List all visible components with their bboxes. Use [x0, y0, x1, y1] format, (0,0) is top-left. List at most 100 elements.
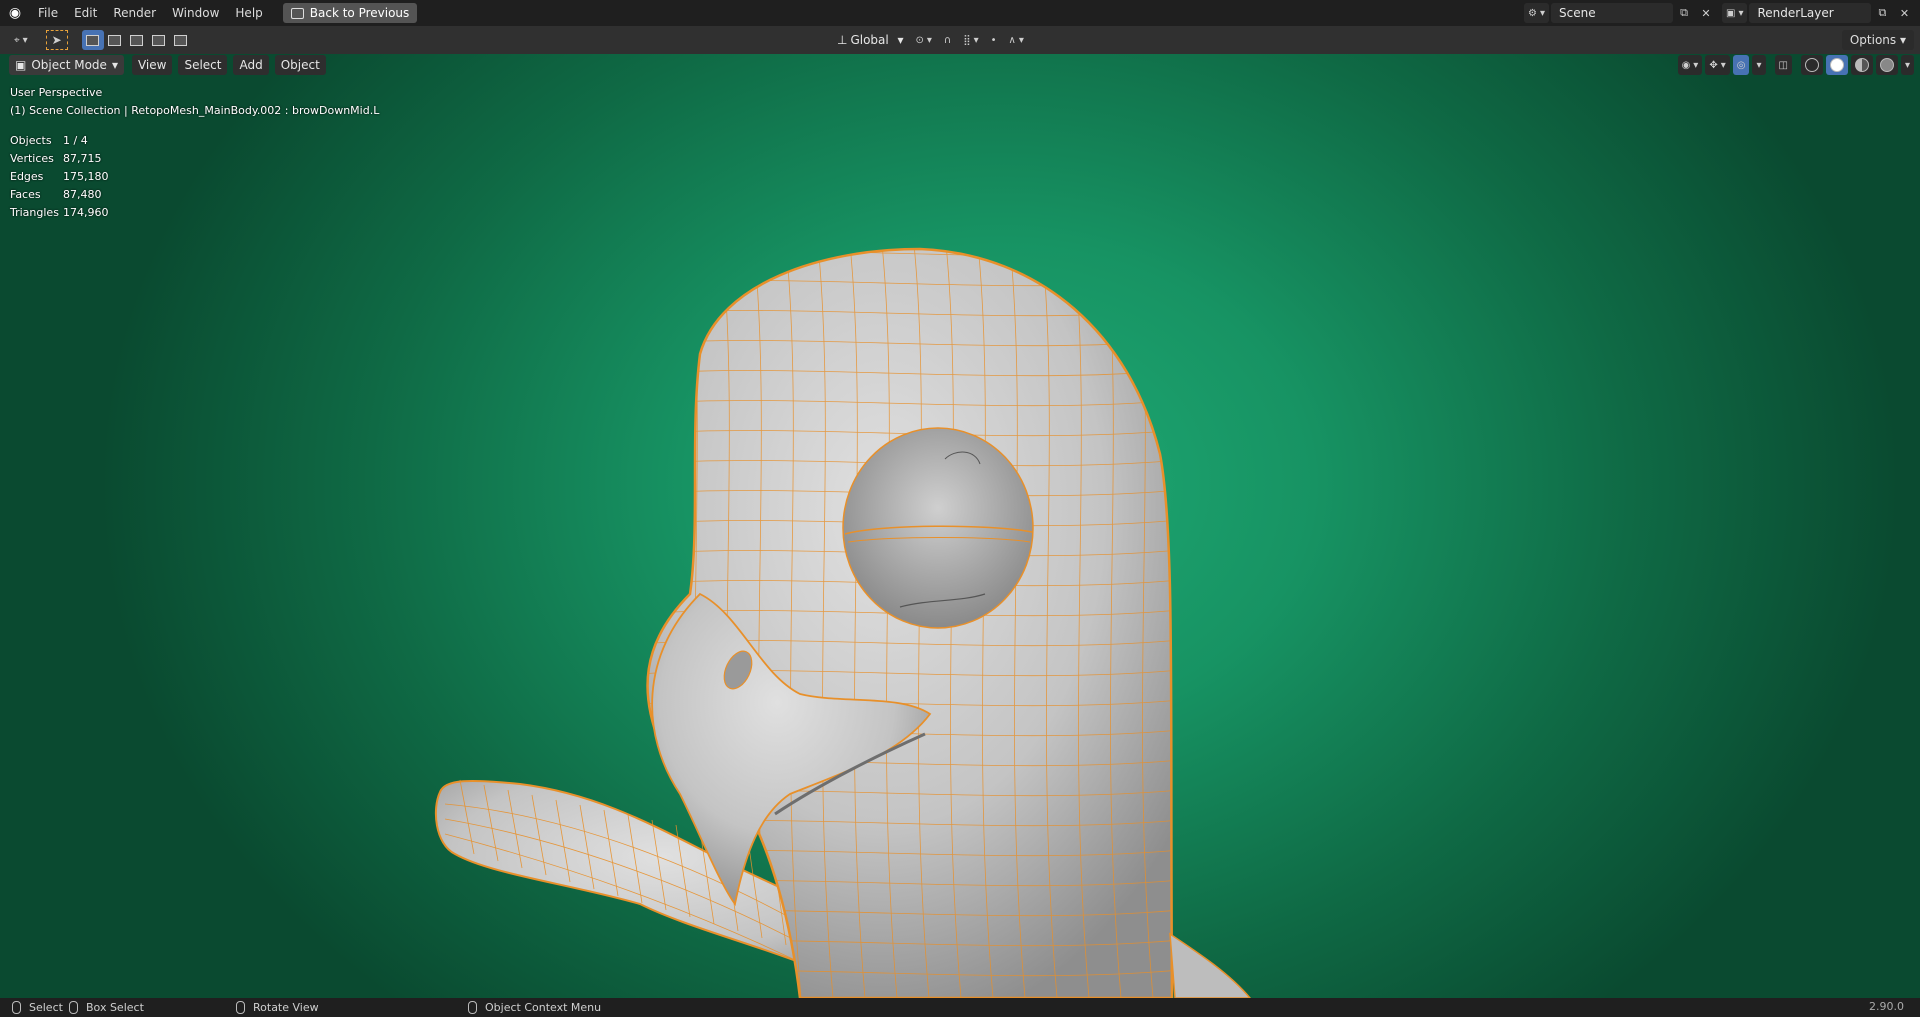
- object-mode-label: Object Mode: [31, 58, 107, 72]
- mouse-left-icon: [12, 1001, 21, 1014]
- wireframe-icon: [1804, 58, 1819, 72]
- delete-render-layer-icon[interactable]: ✕: [1893, 3, 1915, 23]
- blender-logo-icon[interactable]: ◉: [0, 0, 30, 26]
- chevron-down-icon: ▾: [1693, 59, 1699, 71]
- menu-file[interactable]: File: [30, 3, 66, 23]
- chevron-down-icon: ▾: [973, 34, 979, 46]
- stats-label: Vertices: [10, 152, 54, 165]
- top-menu-bar: ◉ File Edit Render Window Help Back to P…: [0, 0, 1920, 26]
- snap-target-dropdown[interactable]: ⣿ ▾: [959, 30, 982, 50]
- delete-scene-icon[interactable]: ✕: [1695, 3, 1717, 23]
- proportional-icon: •: [990, 34, 997, 46]
- shading-dropdown[interactable]: ▾: [1900, 55, 1914, 75]
- editor-type-button[interactable]: ⌖ ▾: [10, 30, 32, 50]
- stats-value: 1 / 4: [63, 134, 88, 147]
- new-render-layer-icon[interactable]: ⧉: [1871, 3, 1893, 23]
- stats-value: 87,715: [63, 152, 102, 165]
- mode-extend-icon[interactable]: [104, 30, 126, 50]
- xray-toggle[interactable]: ◫: [1774, 55, 1792, 75]
- menu-select[interactable]: Select: [178, 55, 228, 75]
- visibility-dropdown[interactable]: ◉ ▾: [1677, 55, 1703, 75]
- status-select-label: Select: [29, 1001, 63, 1014]
- mode-set-icon[interactable]: [81, 30, 104, 50]
- rendered-icon: [1879, 58, 1894, 72]
- menu-add[interactable]: Add: [233, 55, 269, 75]
- magnet-icon: ∩: [943, 34, 952, 46]
- solid-shading-button[interactable]: [1825, 55, 1848, 75]
- stats-row: Triangles 174,960: [10, 206, 109, 224]
- object-mode-dropdown[interactable]: ▣ Object Mode ▾: [9, 55, 124, 75]
- menu-object[interactable]: Object: [274, 55, 326, 75]
- render-layer-icon: ▣: [1726, 7, 1736, 19]
- chevron-down-icon: ▾: [111, 58, 118, 72]
- menu-window[interactable]: Window: [164, 3, 227, 23]
- view-perspective-label: User Perspective: [10, 86, 103, 99]
- render-layer-browse-button[interactable]: ▣ ▾: [1722, 3, 1748, 23]
- rendered-shading-button[interactable]: [1875, 55, 1898, 75]
- box-icon: [130, 34, 144, 46]
- scene-icon: ⚙: [1528, 7, 1537, 19]
- mode-difference-icon[interactable]: [148, 30, 170, 50]
- viewport-shading-controls: ◉ ▾ ✥ ▾ ◎ ▾ ◫ ▾: [1677, 55, 1914, 75]
- options-dropdown[interactable]: Options ▾: [1841, 30, 1914, 50]
- stats-row: Faces 87,480: [10, 188, 109, 206]
- stats-row: Vertices 87,715: [10, 152, 109, 170]
- mesh-model[interactable]: [0, 54, 1920, 998]
- select-tool-icon[interactable]: ➤: [45, 30, 68, 50]
- stats-label: Edges: [10, 170, 44, 183]
- menu-render[interactable]: Render: [105, 3, 164, 23]
- eye-icon: ◉: [1681, 59, 1691, 71]
- stats-label: Objects: [10, 134, 52, 147]
- options-label: Options: [1849, 33, 1897, 47]
- new-scene-icon[interactable]: ⧉: [1673, 3, 1695, 23]
- orientation-label: Global: [850, 33, 889, 47]
- gizmo-dropdown[interactable]: ✥ ▾: [1705, 55, 1730, 75]
- wireframe-shading-button[interactable]: [1800, 55, 1823, 75]
- menu-edit[interactable]: Edit: [66, 3, 105, 23]
- stats-row: Objects 1 / 4: [10, 134, 109, 152]
- falloff-dropdown[interactable]: ∧ ▾: [1005, 30, 1028, 50]
- overlays-dropdown[interactable]: ▾: [1752, 55, 1766, 75]
- snap-toggle[interactable]: ∩: [940, 30, 955, 50]
- status-context-menu-label: Object Context Menu: [485, 1001, 602, 1014]
- status-box-select-label: Box Select: [86, 1001, 144, 1014]
- menu-help[interactable]: Help: [227, 3, 270, 23]
- box-icon: [152, 34, 166, 46]
- stats-label: Triangles: [10, 206, 59, 219]
- editor-type-icon: ⌖: [14, 34, 20, 46]
- chevron-down-icon: ▾: [1539, 7, 1545, 19]
- pivot-dropdown[interactable]: ⊙ ▾: [911, 30, 935, 50]
- stats-row: Edges 175,180: [10, 170, 109, 188]
- overlays-toggle[interactable]: ◎: [1732, 55, 1750, 75]
- chevron-down-icon: ▾: [926, 34, 932, 46]
- viewport-header: ▣ Object Mode ▾ View Select Add Object ◉…: [0, 54, 1920, 76]
- back-to-previous-label: Back to Previous: [309, 6, 410, 20]
- xray-icon: ◫: [1778, 59, 1788, 71]
- stats-value: 175,180: [63, 170, 109, 183]
- chevron-down-icon: ▾: [1756, 59, 1762, 71]
- box-icon: [108, 34, 122, 46]
- scene-browse-button[interactable]: ⚙ ▾: [1524, 3, 1549, 23]
- orientation-icon: ⊥: [837, 33, 848, 47]
- scene-statistics: Objects 1 / 4 Vertices 87,715 Edges 175,180…: [10, 134, 109, 224]
- menu-view[interactable]: View: [131, 55, 173, 75]
- back-to-previous-button[interactable]: Back to Previous: [282, 3, 418, 23]
- chevron-down-icon: ▾: [1738, 7, 1744, 19]
- mode-subtract-icon[interactable]: [126, 30, 148, 50]
- status-bar: Select Box Select Rotate View Object Con…: [0, 998, 1920, 1017]
- scene-name-field[interactable]: Scene: [1551, 3, 1673, 23]
- box-icon: [86, 34, 100, 46]
- collection-info-label: (1) Scene Collection | RetopoMesh_MainBo…: [10, 104, 380, 117]
- stats-value: 174,960: [63, 206, 109, 219]
- version-label: 2.90.0: [1869, 1000, 1904, 1013]
- object-mode-icon: ▣: [15, 58, 27, 72]
- mode-intersect-icon[interactable]: [170, 30, 192, 50]
- stats-value: 87,480: [63, 188, 102, 201]
- material-shading-button[interactable]: [1850, 55, 1873, 75]
- gizmo-icon: ✥: [1709, 59, 1718, 71]
- proportional-edit-toggle[interactable]: •: [987, 30, 1001, 50]
- orientation-dropdown[interactable]: ⊥ Global ▾: [833, 30, 907, 50]
- chevron-down-icon: ▾: [22, 34, 28, 46]
- 3d-viewport[interactable]: ▣ Object Mode ▾ View Select Add Object ◉…: [0, 54, 1920, 998]
- render-layer-name-field[interactable]: RenderLayer: [1749, 3, 1872, 23]
